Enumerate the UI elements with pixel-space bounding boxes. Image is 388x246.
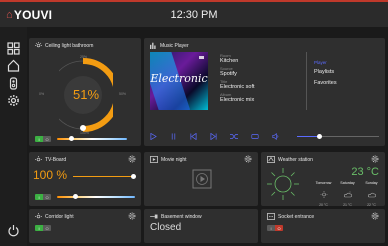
socket-icon — [267, 213, 275, 220]
power-switch[interactable]: I O — [35, 194, 51, 200]
gear-icon[interactable] — [128, 212, 136, 220]
corridor-light-tile[interactable]: Corridor light I O — [29, 209, 141, 243]
music-player-tile: Music Player Electronic Room Kitchen Sou… — [144, 38, 385, 146]
gear-icon[interactable] — [244, 155, 252, 163]
cover-text: Electronic — [150, 72, 208, 85]
tile-title: Ceiling light bathroom — [35, 42, 93, 49]
tile-title: Music Player — [150, 42, 189, 49]
lightbulb-icon — [35, 42, 42, 48]
track-info: Room Kitchen Source Spotify Title Electr… — [220, 53, 255, 103]
tile-title: Weather station — [267, 156, 313, 163]
playlists-link[interactable]: Playlists — [314, 69, 337, 75]
cover-badge — [199, 56, 204, 59]
forecast-day: Sunday 22 °C — [365, 181, 378, 207]
tile-title: Basement window — [150, 213, 202, 220]
color-temperature-handle[interactable] — [73, 194, 78, 199]
scene-icon — [150, 156, 158, 163]
lightbulb-icon — [35, 156, 42, 162]
gear-icon[interactable] — [371, 212, 379, 220]
player-menu: Player Playlists Favorites — [314, 60, 337, 86]
tile-title: Movie night — [150, 156, 187, 163]
current-temperature: 23 °C — [351, 166, 379, 178]
color-temperature-slider[interactable] — [57, 138, 127, 140]
grid-icon[interactable] — [6, 41, 21, 56]
cloud-sun-icon — [343, 191, 352, 198]
brightness-value: 100 % — [33, 168, 68, 182]
weather-station-tile: Weather station 23 °C Tomorrow 20 °C Sat… — [261, 152, 385, 207]
top-bar: ⌂ YOUVI 12:30 PM — [0, 0, 388, 27]
window-sensor-icon — [150, 214, 158, 219]
socket-entrance-tile[interactable]: Socket entrance I O — [261, 209, 385, 243]
equalizer-icon — [150, 42, 156, 49]
gear-icon[interactable] — [371, 155, 379, 163]
color-temperature-handle[interactable] — [69, 136, 74, 141]
volume-icon[interactable] — [272, 133, 280, 140]
brightness-fill — [73, 176, 135, 177]
power-icon[interactable] — [6, 223, 21, 238]
tile-title: TV-Board — [35, 156, 66, 163]
lightbulb-icon — [35, 213, 42, 219]
home-icon[interactable] — [6, 58, 21, 73]
scale-label: 25% — [80, 55, 88, 59]
forecast: Tomorrow 20 °C Saturday 21 °C Sunday 22 … — [313, 181, 382, 207]
scale-label: 50% — [119, 92, 127, 96]
cloud-icon — [367, 192, 376, 198]
next-icon[interactable] — [210, 133, 217, 140]
power-switch[interactable]: I O — [267, 225, 283, 231]
ceiling-light-tile[interactable]: Ceiling light bathroom 51% 25% 0% 50% 10… — [29, 38, 141, 146]
movie-night-tile[interactable]: Movie night — [144, 152, 258, 206]
settings-icon[interactable] — [6, 93, 21, 108]
sidebar — [0, 27, 27, 246]
forecast-day: Saturday 21 °C — [340, 181, 355, 207]
transport-controls — [150, 133, 280, 140]
sun-icon — [267, 168, 299, 200]
color-temperature-slider[interactable] — [57, 196, 135, 198]
tile-title: Socket entrance — [267, 213, 314, 220]
clock: 12:30 PM — [170, 9, 218, 21]
play-icon[interactable] — [150, 133, 157, 140]
forecast-day: Tomorrow 20 °C — [315, 181, 332, 207]
remote-icon[interactable] — [6, 76, 21, 91]
shuffle-icon[interactable] — [230, 133, 238, 140]
divider — [306, 52, 307, 110]
sun-icon — [320, 191, 327, 198]
window-status: Closed — [150, 222, 182, 233]
basement-window-tile: Basement window Closed — [144, 209, 258, 243]
volume-fill — [297, 136, 319, 137]
pause-icon[interactable] — [170, 133, 177, 140]
power-switch[interactable]: I O — [35, 136, 51, 142]
brightness-value: 51% — [72, 87, 100, 102]
brightness-handle[interactable] — [131, 174, 136, 179]
repeat-icon[interactable] — [251, 133, 259, 140]
gear-icon[interactable] — [128, 155, 136, 163]
tile-title: Corridor light — [35, 213, 74, 220]
album-cover: Electronic — [150, 52, 208, 110]
tv-board-tile[interactable]: TV-Board 100 % I O — [29, 152, 141, 206]
scale-label: 0% — [39, 92, 45, 96]
scale-label: 100% — [80, 131, 89, 135]
previous-icon[interactable] — [190, 133, 197, 140]
power-switch[interactable]: I O — [35, 225, 51, 231]
movie-play-icon[interactable] — [192, 169, 212, 189]
favorites-link[interactable]: Favorites — [314, 80, 337, 86]
volume-handle[interactable] — [317, 134, 322, 139]
thermometer-icon — [267, 156, 275, 163]
